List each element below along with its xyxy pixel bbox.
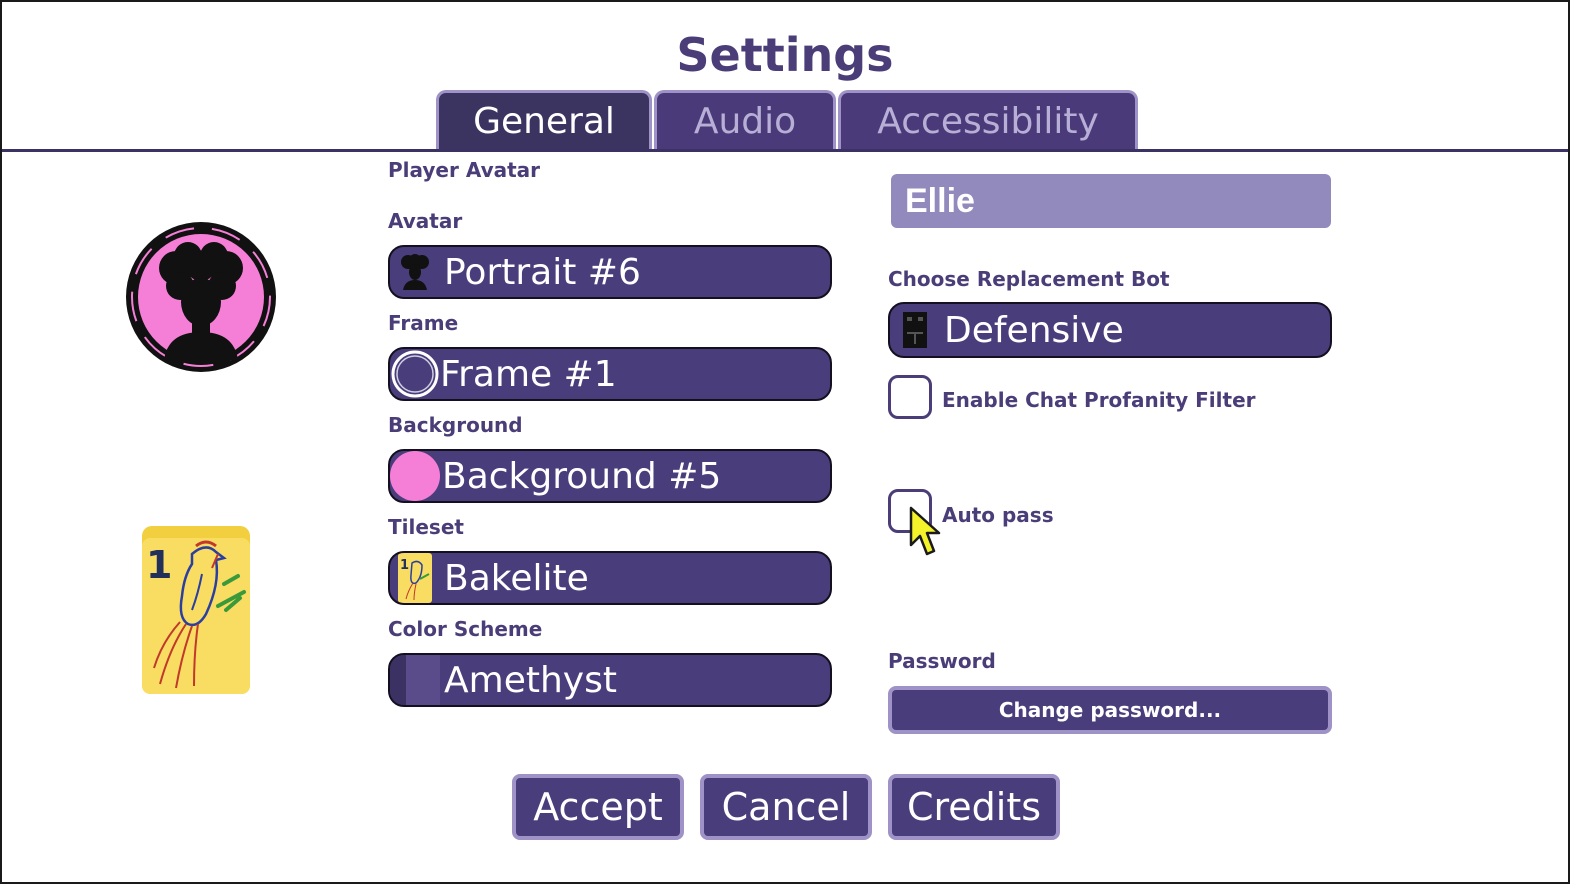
color-scheme-value: Amethyst [444,659,617,701]
tileset-dropdown[interactable]: 1 Bakelite [388,551,832,605]
avatar-label: Avatar [388,209,463,233]
portrait-silhouette-icon [390,247,440,297]
frame-label: Frame [388,311,459,335]
password-label: Password [888,649,996,673]
replacement-bot-dropdown[interactable]: Defensive [888,302,1332,358]
profanity-filter-label: Enable Chat Profanity Filter [942,388,1256,412]
pink-circle-swatch [390,451,440,501]
tab-general[interactable]: General [436,90,652,150]
tileset-value: Bakelite [444,557,589,599]
color-scheme-dropdown[interactable]: Amethyst [388,653,832,707]
accept-button[interactable]: Accept [512,774,684,840]
bot-icon [890,304,940,356]
svg-text:1: 1 [146,543,172,587]
bird-tile-icon: 1 [390,553,440,603]
avatar-dropdown[interactable]: Portrait #6 [388,245,832,299]
frame-value: Frame #1 [440,353,617,395]
tab-accessibility[interactable]: Accessibility [838,90,1138,150]
tileset-preview-tile: 1 [142,526,250,694]
avatar-value: Portrait #6 [444,251,641,293]
tab-divider [2,149,1568,152]
ring-frame-icon [390,349,440,399]
tab-audio[interactable]: Audio [654,90,836,150]
player-name-field[interactable]: Ellie [891,174,1331,228]
color-swatch [390,655,440,705]
replacement-bot-value: Defensive [944,309,1124,351]
tileset-label: Tileset [388,515,464,539]
background-label: Background [388,413,523,437]
page-title: Settings [676,28,894,82]
profanity-filter-checkbox[interactable] [888,375,932,419]
replacement-bot-label: Choose Replacement Bot [888,267,1170,291]
credits-button[interactable]: Credits [888,774,1060,840]
change-password-button[interactable]: Change password... [888,686,1332,734]
avatar-preview-icon [126,222,276,372]
background-dropdown[interactable]: Background #5 [388,449,832,503]
frame-dropdown[interactable]: Frame #1 [388,347,832,401]
auto-pass-label: Auto pass [942,503,1054,527]
settings-dialog: Settings General Audio Accessibility 1 P… [0,0,1570,884]
player-avatar-section-label: Player Avatar [388,158,541,182]
background-value: Background #5 [442,455,722,497]
color-scheme-label: Color Scheme [388,617,543,641]
svg-text:1: 1 [400,558,409,573]
mouse-pointer-icon [909,506,941,556]
cancel-button[interactable]: Cancel [700,774,872,840]
